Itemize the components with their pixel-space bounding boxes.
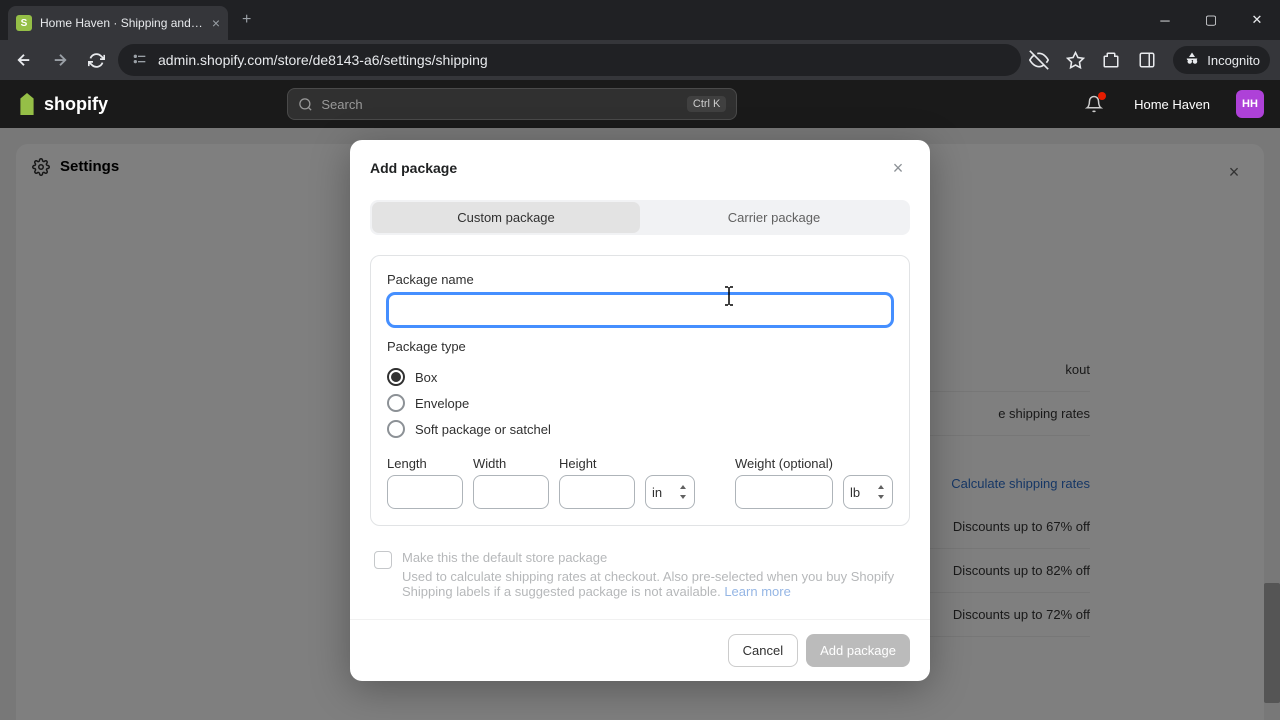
weight-input[interactable] — [735, 475, 833, 509]
package-type-label: Package type — [387, 339, 893, 354]
notifications-button[interactable] — [1080, 90, 1108, 118]
shopify-logo-icon — [16, 93, 38, 115]
incognito-label: Incognito — [1207, 53, 1260, 68]
modal-title: Add package — [370, 160, 457, 176]
reload-button[interactable] — [82, 46, 110, 74]
notification-badge — [1098, 92, 1106, 100]
browser-toolbar: admin.shopify.com/store/de8143-a6/settin… — [0, 40, 1280, 80]
width-input[interactable] — [473, 475, 549, 509]
search-bar[interactable]: Search Ctrl K — [287, 88, 737, 120]
height-input[interactable] — [559, 475, 635, 509]
default-package-desc: Used to calculate shipping rates at chec… — [402, 569, 894, 599]
weight-label: Weight (optional) — [735, 456, 833, 471]
chevron-updown-icon — [876, 485, 886, 499]
height-label: Height — [559, 456, 635, 471]
cancel-button[interactable]: Cancel — [728, 634, 798, 667]
back-button[interactable] — [10, 46, 38, 74]
checkbox-icon — [374, 551, 392, 569]
shopify-logo-text: shopify — [44, 94, 108, 115]
minimize-button[interactable]: ─ — [1142, 0, 1188, 40]
panel-icon[interactable] — [1137, 50, 1157, 70]
store-name[interactable]: Home Haven — [1134, 97, 1210, 112]
forward-button[interactable] — [46, 46, 74, 74]
learn-more-link[interactable]: Learn more — [724, 584, 790, 599]
dimension-unit-select[interactable]: in — [645, 475, 695, 509]
modal-footer: Cancel Add package — [350, 619, 930, 681]
maximize-button[interactable]: ▢ — [1188, 0, 1234, 40]
browser-titlebar: S Home Haven · Shipping and de × + ─ ▢ ✕ — [0, 0, 1280, 40]
avatar[interactable]: HH — [1236, 90, 1264, 118]
default-package-checkbox: Make this the default store package Used… — [374, 550, 906, 599]
new-tab-button[interactable]: + — [242, 11, 251, 29]
tab-custom-package[interactable]: Custom package — [372, 202, 640, 233]
incognito-indicator[interactable]: Incognito — [1173, 46, 1270, 74]
close-window-button[interactable]: ✕ — [1234, 0, 1280, 40]
shopify-favicon: S — [16, 15, 32, 31]
window-controls: ─ ▢ ✕ — [1142, 0, 1280, 40]
url-bar[interactable]: admin.shopify.com/store/de8143-a6/settin… — [118, 44, 1021, 76]
star-icon[interactable] — [1065, 50, 1085, 70]
width-label: Width — [473, 456, 549, 471]
radio-envelope[interactable]: Envelope — [387, 390, 893, 416]
add-package-modal: Add package × Custom package Carrier pac… — [350, 140, 930, 681]
shopify-header: shopify Search Ctrl K Home Haven HH — [0, 80, 1280, 128]
shopify-logo[interactable]: shopify — [16, 93, 108, 115]
package-name-input[interactable] — [387, 293, 893, 327]
length-label: Length — [387, 456, 463, 471]
browser-tab[interactable]: S Home Haven · Shipping and de × — [8, 6, 228, 40]
radio-box[interactable]: Box — [387, 364, 893, 390]
extensions-icon[interactable] — [1101, 50, 1121, 70]
package-name-label: Package name — [387, 272, 893, 287]
add-package-button[interactable]: Add package — [806, 634, 910, 667]
weight-unit-select[interactable]: lb — [843, 475, 893, 509]
url-text: admin.shopify.com/store/de8143-a6/settin… — [158, 52, 1007, 68]
radio-icon — [387, 368, 405, 386]
close-modal-button[interactable]: × — [886, 156, 910, 180]
chevron-updown-icon — [678, 485, 688, 499]
search-placeholder: Search — [321, 97, 679, 112]
radio-icon — [387, 420, 405, 438]
tab-carrier-package[interactable]: Carrier package — [640, 202, 908, 233]
package-form: Package name Package type Box Envelope S… — [370, 255, 910, 526]
modal-header: Add package × — [350, 140, 930, 196]
search-shortcut: Ctrl K — [687, 96, 727, 112]
tab-title: Home Haven · Shipping and de — [40, 16, 204, 30]
search-icon — [298, 97, 313, 112]
radio-icon — [387, 394, 405, 412]
site-settings-icon[interactable] — [132, 51, 148, 70]
close-tab-icon[interactable]: × — [212, 15, 220, 31]
default-package-title: Make this the default store package — [402, 550, 906, 565]
length-input[interactable] — [387, 475, 463, 509]
eye-off-icon[interactable] — [1029, 50, 1049, 70]
radio-soft-package[interactable]: Soft package or satchel — [387, 416, 893, 442]
package-type-tabs: Custom package Carrier package — [370, 200, 910, 235]
